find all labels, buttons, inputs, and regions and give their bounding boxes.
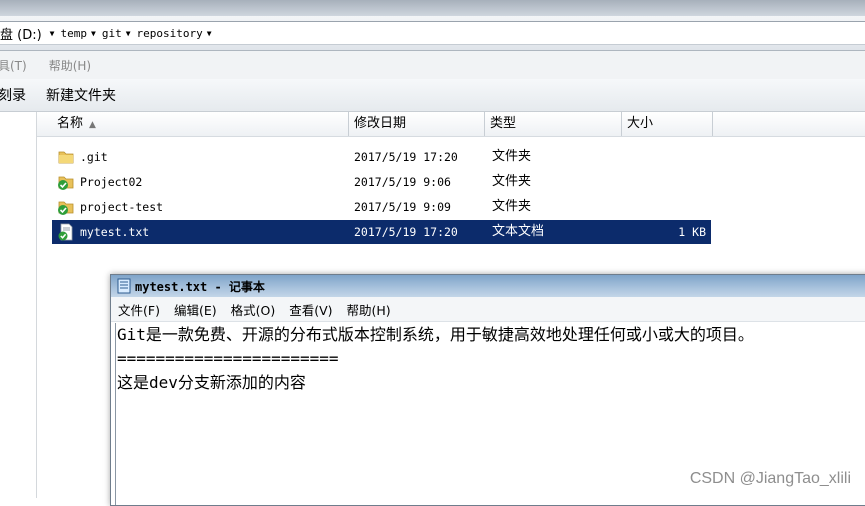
git-text-file-icon <box>58 223 73 241</box>
file-name: mytest.txt <box>80 225 150 239</box>
file-type: 文本文档 <box>492 224 545 239</box>
file-type: 文件夹 <box>492 199 532 214</box>
column-date-label: 修改日期 <box>354 116 407 131</box>
file-type: 文件夹 <box>492 149 532 164</box>
menu-tools[interactable]: 具(T) <box>0 57 27 74</box>
burn-button[interactable]: 刻录 <box>0 85 26 105</box>
menu-file[interactable]: 文件(F) <box>118 300 160 319</box>
new-folder-button[interactable]: 新建文件夹 <box>46 85 116 105</box>
breadcrumb-git[interactable]: git ▼ <box>102 27 131 40</box>
file-name: Project02 <box>80 175 143 189</box>
file-date: 2017/5/19 17:20 <box>354 225 458 239</box>
address-bar: 盘 (D:) ▼ temp ▼ git ▼ repository ▼ <box>0 16 865 51</box>
breadcrumb-temp[interactable]: temp ▼ <box>61 27 96 40</box>
notepad-title-bar[interactable]: mytest.txt - 记事本 <box>111 275 865 297</box>
text-line: 这是dev分支新添加的内容 <box>117 373 306 392</box>
breadcrumb-repository-label: repository <box>136 26 203 40</box>
column-type-label: 类型 <box>490 116 517 131</box>
git-folder-icon <box>58 176 74 190</box>
text-line: Git是一款免费、开源的分布式版本控制系统，用于敏捷高效地处理任何或小或大的项目… <box>117 325 754 344</box>
column-name-label: 名称 <box>57 116 84 131</box>
menu-view[interactable]: 查看(V) <box>289 300 332 319</box>
column-header-date[interactable]: 修改日期 <box>349 112 485 136</box>
explorer-toolbar: 刻录 新建文件夹 <box>0 79 865 112</box>
column-headers: 名称 ▲ 修改日期 类型 大小 <box>37 112 865 137</box>
column-header-type[interactable]: 类型 <box>485 112 622 136</box>
notepad-icon <box>117 278 131 294</box>
text-line: ======================= <box>117 349 339 368</box>
column-header-size[interactable]: 大小 <box>622 112 713 136</box>
file-row-mytest[interactable]: mytest.txt 2017/5/19 17:20 文本文档 1 KB <box>52 220 711 244</box>
folder-icon <box>58 151 74 164</box>
breadcrumb-temp-label: temp <box>60 26 88 40</box>
chevron-down-icon[interactable]: ▼ <box>91 29 96 38</box>
navigation-pane[interactable] <box>0 112 37 498</box>
file-date: 2017/5/19 17:20 <box>354 150 458 164</box>
file-name: project-test <box>80 200 164 214</box>
explorer-menu-bar: 具(T) 帮助(H) <box>0 51 865 79</box>
file-row-project02[interactable]: Project02 2017/5/19 9:06 文件夹 <box>52 170 711 194</box>
file-date: 2017/5/19 9:06 <box>354 175 451 189</box>
file-row-project-test[interactable]: project-test 2017/5/19 9:09 文件夹 <box>52 195 711 219</box>
breadcrumb[interactable]: 盘 (D:) ▼ temp ▼ git ▼ repository ▼ <box>0 21 865 45</box>
menu-edit[interactable]: 编辑(E) <box>174 300 217 319</box>
column-size-label: 大小 <box>627 116 654 131</box>
file-type: 文件夹 <box>492 174 532 189</box>
notepad-menu-bar: 文件(F) 编辑(E) 格式(O) 查看(V) 帮助(H) <box>111 297 865 322</box>
file-name: .git <box>80 150 108 164</box>
menu-format[interactable]: 格式(O) <box>231 300 276 319</box>
git-folder-icon <box>58 201 74 215</box>
notepad-title: mytest.txt - 记事本 <box>135 279 265 294</box>
chevron-down-icon[interactable]: ▼ <box>207 29 212 38</box>
file-date: 2017/5/19 9:09 <box>354 200 451 214</box>
menu-help[interactable]: 帮助(H) <box>347 300 391 319</box>
chevron-down-icon[interactable]: ▼ <box>126 29 131 38</box>
window-top-strip <box>0 0 865 16</box>
menu-help[interactable]: 帮助(H) <box>49 57 91 74</box>
breadcrumb-git-label: git <box>101 26 122 40</box>
file-row-git[interactable]: .git 2017/5/19 17:20 文件夹 <box>52 145 711 169</box>
breadcrumb-drive-label: 盘 (D:) <box>0 27 42 43</box>
sort-ascending-icon: ▲ <box>89 120 96 130</box>
column-header-name[interactable]: 名称 ▲ <box>52 112 349 136</box>
watermark: CSDN @JiangTao_xlili <box>689 470 851 487</box>
file-size: 1 KB <box>678 225 706 239</box>
chevron-down-icon[interactable]: ▼ <box>50 29 55 38</box>
breadcrumb-drive[interactable]: 盘 (D:) ▼ <box>0 24 55 43</box>
breadcrumb-repository[interactable]: repository ▼ <box>137 27 212 40</box>
